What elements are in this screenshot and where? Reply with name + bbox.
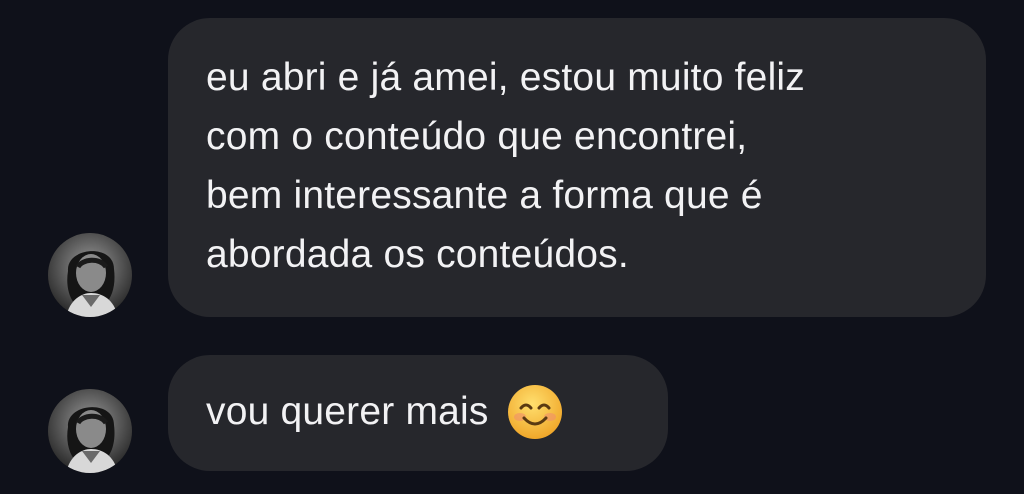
message-bubble[interactable]: eu abri e já amei, estou muito feliz com… [168, 18, 986, 317]
contact-avatar[interactable] [48, 389, 132, 473]
message-text: vou querer mais [206, 390, 489, 433]
message-text-line: com o conteúdo que encontrei, [206, 115, 748, 158]
message-text-line: bem interessante a forma que é [206, 174, 763, 217]
message-text-line: eu abri e já amei, estou muito feliz [206, 56, 805, 99]
contact-avatar[interactable] [48, 233, 132, 317]
message-bubble[interactable]: vou querer mais [168, 355, 668, 471]
smiling-face-emoji-icon [507, 384, 563, 440]
contact-photo [48, 233, 132, 317]
chat-thread: eu abri e já amei, estou muito feliz com… [0, 0, 1024, 494]
contact-photo [48, 389, 132, 473]
message-text-line: abordada os conteúdos. [206, 233, 629, 276]
